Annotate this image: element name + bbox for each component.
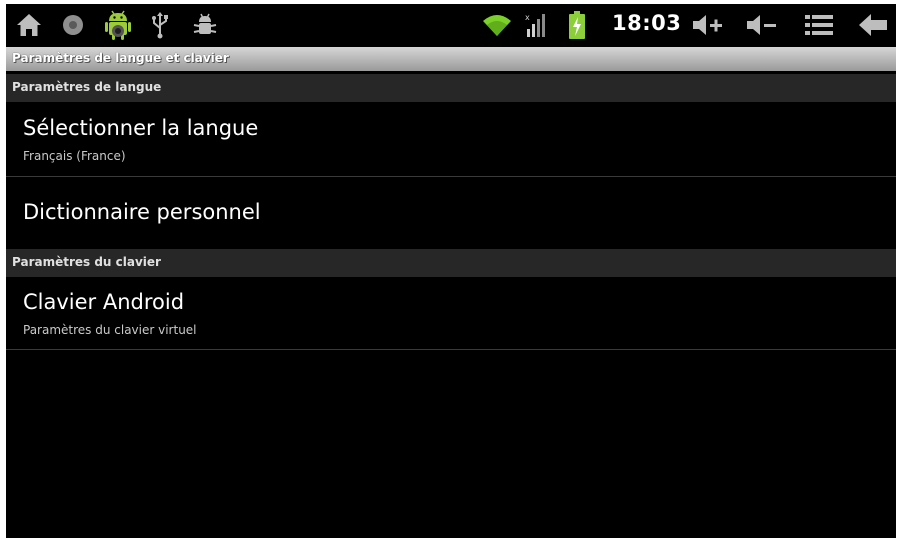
- record-icon: [58, 10, 88, 40]
- page-title: Paramètres de langue et clavier: [12, 51, 229, 65]
- list-item-user-dictionary[interactable]: Dictionnaire personnel: [6, 177, 896, 249]
- list-item-select-language[interactable]: Sélectionner la langue Français (France): [6, 102, 896, 176]
- menu-icon[interactable]: [802, 10, 836, 40]
- volume-down-icon[interactable]: [744, 10, 780, 40]
- svg-text:x: x: [525, 13, 530, 22]
- list-item-summary: Paramètres du clavier virtuel: [23, 323, 197, 337]
- section-header-language: Paramètres de langue: [6, 74, 896, 102]
- divider: [6, 349, 896, 350]
- list-item-android-keyboard[interactable]: Clavier Android Paramètres du clavier vi…: [6, 277, 896, 349]
- battery-charging-icon: [566, 10, 588, 40]
- list-item-title: Clavier Android: [23, 290, 185, 314]
- list-item-summary: Français (France): [23, 149, 126, 163]
- status-clock: 18:03: [612, 11, 682, 35]
- home-icon[interactable]: [14, 10, 44, 40]
- android-screen: x 18:03 Paramètres de langue et clavier …: [6, 4, 896, 538]
- section-header-label: Paramètres de langue: [12, 80, 162, 94]
- title-bar: Paramètres de langue et clavier: [6, 47, 896, 71]
- usb-icon: [148, 10, 172, 40]
- debug-bug-icon: [190, 10, 220, 40]
- android-icon: [100, 10, 136, 40]
- volume-up-icon[interactable]: [690, 10, 726, 40]
- wifi-icon: [480, 10, 514, 40]
- list-item-title: Dictionnaire personnel: [23, 200, 261, 224]
- section-header-keyboard: Paramètres du clavier: [6, 249, 896, 277]
- list-item-title: Sélectionner la langue: [23, 116, 259, 140]
- section-header-label: Paramètres du clavier: [12, 255, 161, 269]
- status-bar: x 18:03: [6, 4, 896, 45]
- signal-icon: x: [522, 10, 552, 40]
- back-icon[interactable]: [856, 10, 890, 40]
